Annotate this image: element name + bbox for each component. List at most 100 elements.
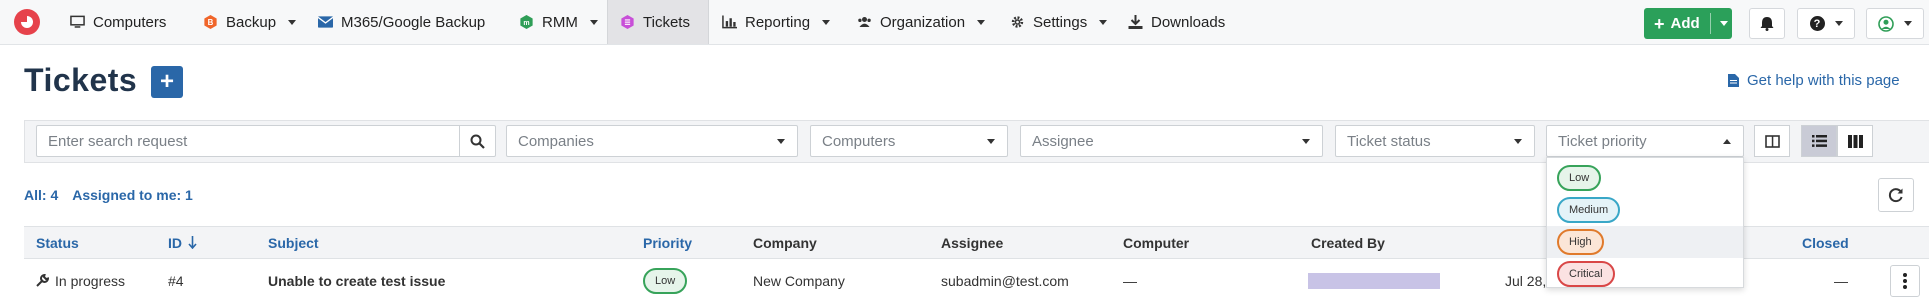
chevron-down-icon xyxy=(288,19,297,25)
notifications-button[interactable] xyxy=(1749,8,1785,39)
bar-chart-icon xyxy=(722,15,737,29)
computers-select[interactable]: Computers xyxy=(810,125,1008,157)
assigned-to-me-link[interactable]: Assigned to me: 1 xyxy=(72,187,193,203)
app-logo-icon[interactable] xyxy=(14,9,40,35)
nav-label: RMM xyxy=(542,13,578,31)
chevron-down-icon xyxy=(987,139,995,144)
user-menu-button[interactable] xyxy=(1866,8,1924,39)
ticket-status-select[interactable]: Ticket status xyxy=(1335,125,1535,157)
column-header-closed[interactable]: Closed xyxy=(1802,227,1849,258)
plus-icon: + xyxy=(1654,13,1665,34)
svg-text:m: m xyxy=(523,20,529,27)
grid-columns-icon xyxy=(1847,134,1863,148)
priority-option-critical[interactable]: Critical xyxy=(1547,258,1743,290)
nav-label: Downloads xyxy=(1151,13,1226,31)
computers-select-value: Computers xyxy=(822,132,896,150)
chevron-down-icon xyxy=(1302,139,1310,144)
nav-computers[interactable]: Computers xyxy=(70,0,166,44)
column-header-created-by: Created By xyxy=(1311,234,1385,251)
chevron-down-icon xyxy=(1514,139,1522,144)
priority-option-badge: Low xyxy=(1557,165,1602,191)
chevron-down-icon xyxy=(1720,21,1728,26)
subject-cell[interactable]: Unable to create test issue xyxy=(268,259,445,302)
ticket-priority-select-value: Ticket priority xyxy=(1558,132,1647,150)
nav-backup[interactable]: B Backup xyxy=(203,0,297,44)
list-view-button[interactable] xyxy=(1801,125,1837,157)
column-header-computer: Computer xyxy=(1123,234,1190,251)
download-icon xyxy=(1128,15,1143,29)
companies-select[interactable]: Companies xyxy=(506,125,798,157)
nav-tickets[interactable]: Tickets xyxy=(607,0,709,44)
nav-settings[interactable]: Settings xyxy=(1010,0,1108,44)
nav-label: M365/Google Backup xyxy=(341,13,486,31)
monitor-icon xyxy=(70,15,85,28)
ticket-priority-select[interactable]: Ticket priority xyxy=(1546,125,1744,157)
all-count-link[interactable]: All: 4 xyxy=(24,187,58,203)
ticket-status-select-value: Ticket status xyxy=(1347,132,1431,150)
rmm-icon: m xyxy=(520,15,533,29)
help-link-label: Get help with this page xyxy=(1747,72,1900,89)
nav-label: Backup xyxy=(226,13,277,31)
bell-icon xyxy=(1760,17,1774,31)
help-link[interactable]: Get help with this page xyxy=(1728,72,1900,89)
priority-cell: Low xyxy=(643,259,688,302)
nav-m365-google-backup[interactable]: M365/Google Backup xyxy=(318,0,485,44)
gear-icon xyxy=(1011,16,1024,28)
column-header-id[interactable]: ID xyxy=(168,227,197,258)
assignee-cell: subadmin@test.com xyxy=(941,272,1069,289)
nav-downloads[interactable]: Downloads xyxy=(1128,0,1225,44)
nav-label: Reporting xyxy=(745,13,811,31)
page-title: Tickets xyxy=(24,62,138,98)
column-header-priority[interactable]: Priority xyxy=(643,227,692,258)
status-cell: In progress xyxy=(36,259,125,302)
nav-rmm[interactable]: m RMM xyxy=(519,0,598,44)
priority-badge: Low xyxy=(643,267,688,294)
backup-icon: B xyxy=(204,15,217,29)
priority-option-high[interactable]: High xyxy=(1547,226,1743,258)
column-header-assignee: Assignee xyxy=(941,234,1004,251)
nav-label: Organization xyxy=(880,13,966,31)
new-ticket-button[interactable]: + xyxy=(151,66,183,98)
created-date-cell: Jul 28, xyxy=(1505,272,1547,289)
sort-down-icon xyxy=(188,236,197,249)
nav-organization[interactable]: Organization xyxy=(857,0,986,44)
divider xyxy=(1710,13,1711,34)
nav-reporting[interactable]: Reporting xyxy=(722,0,831,44)
nav-label: Tickets xyxy=(643,13,690,31)
chevron-up-icon xyxy=(1723,139,1731,144)
list-icon xyxy=(1811,135,1827,147)
help-menu-button[interactable]: ? xyxy=(1797,8,1855,39)
status-value: In progress xyxy=(55,272,126,289)
column-header-subject[interactable]: Subject xyxy=(268,227,319,258)
chevron-down-icon xyxy=(1834,21,1843,26)
priority-option-badge: High xyxy=(1557,229,1604,255)
ticket-priority-dropdown: Low Medium High Critical xyxy=(1546,157,1744,288)
priority-option-low[interactable]: Low xyxy=(1547,162,1743,194)
nav-label: Settings xyxy=(1033,13,1088,31)
search-box xyxy=(36,125,496,157)
chevron-down-icon xyxy=(1904,21,1912,26)
users-icon xyxy=(858,17,871,27)
priority-option-badge: Critical xyxy=(1557,261,1615,287)
refresh-button[interactable] xyxy=(1878,178,1914,212)
row-actions-button[interactable] xyxy=(1890,265,1920,297)
columns-icon xyxy=(1764,134,1780,148)
search-input[interactable] xyxy=(37,126,457,156)
chevron-down-icon xyxy=(822,19,831,25)
document-icon xyxy=(1728,74,1739,87)
grid-view-button[interactable] xyxy=(1837,125,1873,157)
top-navbar: Computers B Backup M365/Google Backup m … xyxy=(0,0,1929,45)
search-button[interactable] xyxy=(459,126,495,156)
plus-icon: + xyxy=(159,68,174,95)
column-header-id-label: ID xyxy=(168,234,182,251)
assignee-select[interactable]: Assignee xyxy=(1020,125,1323,157)
user-avatar-icon xyxy=(1878,15,1894,32)
ticket-icon xyxy=(621,15,634,29)
chevron-down-icon xyxy=(1099,19,1108,25)
more-vertical-icon xyxy=(1903,273,1907,289)
priority-option-medium[interactable]: Medium xyxy=(1547,194,1743,226)
question-icon: ? xyxy=(1809,16,1825,31)
column-header-status[interactable]: Status xyxy=(36,227,79,258)
add-button[interactable]: + Add xyxy=(1644,8,1732,39)
columns-toggle-button[interactable] xyxy=(1754,125,1790,157)
